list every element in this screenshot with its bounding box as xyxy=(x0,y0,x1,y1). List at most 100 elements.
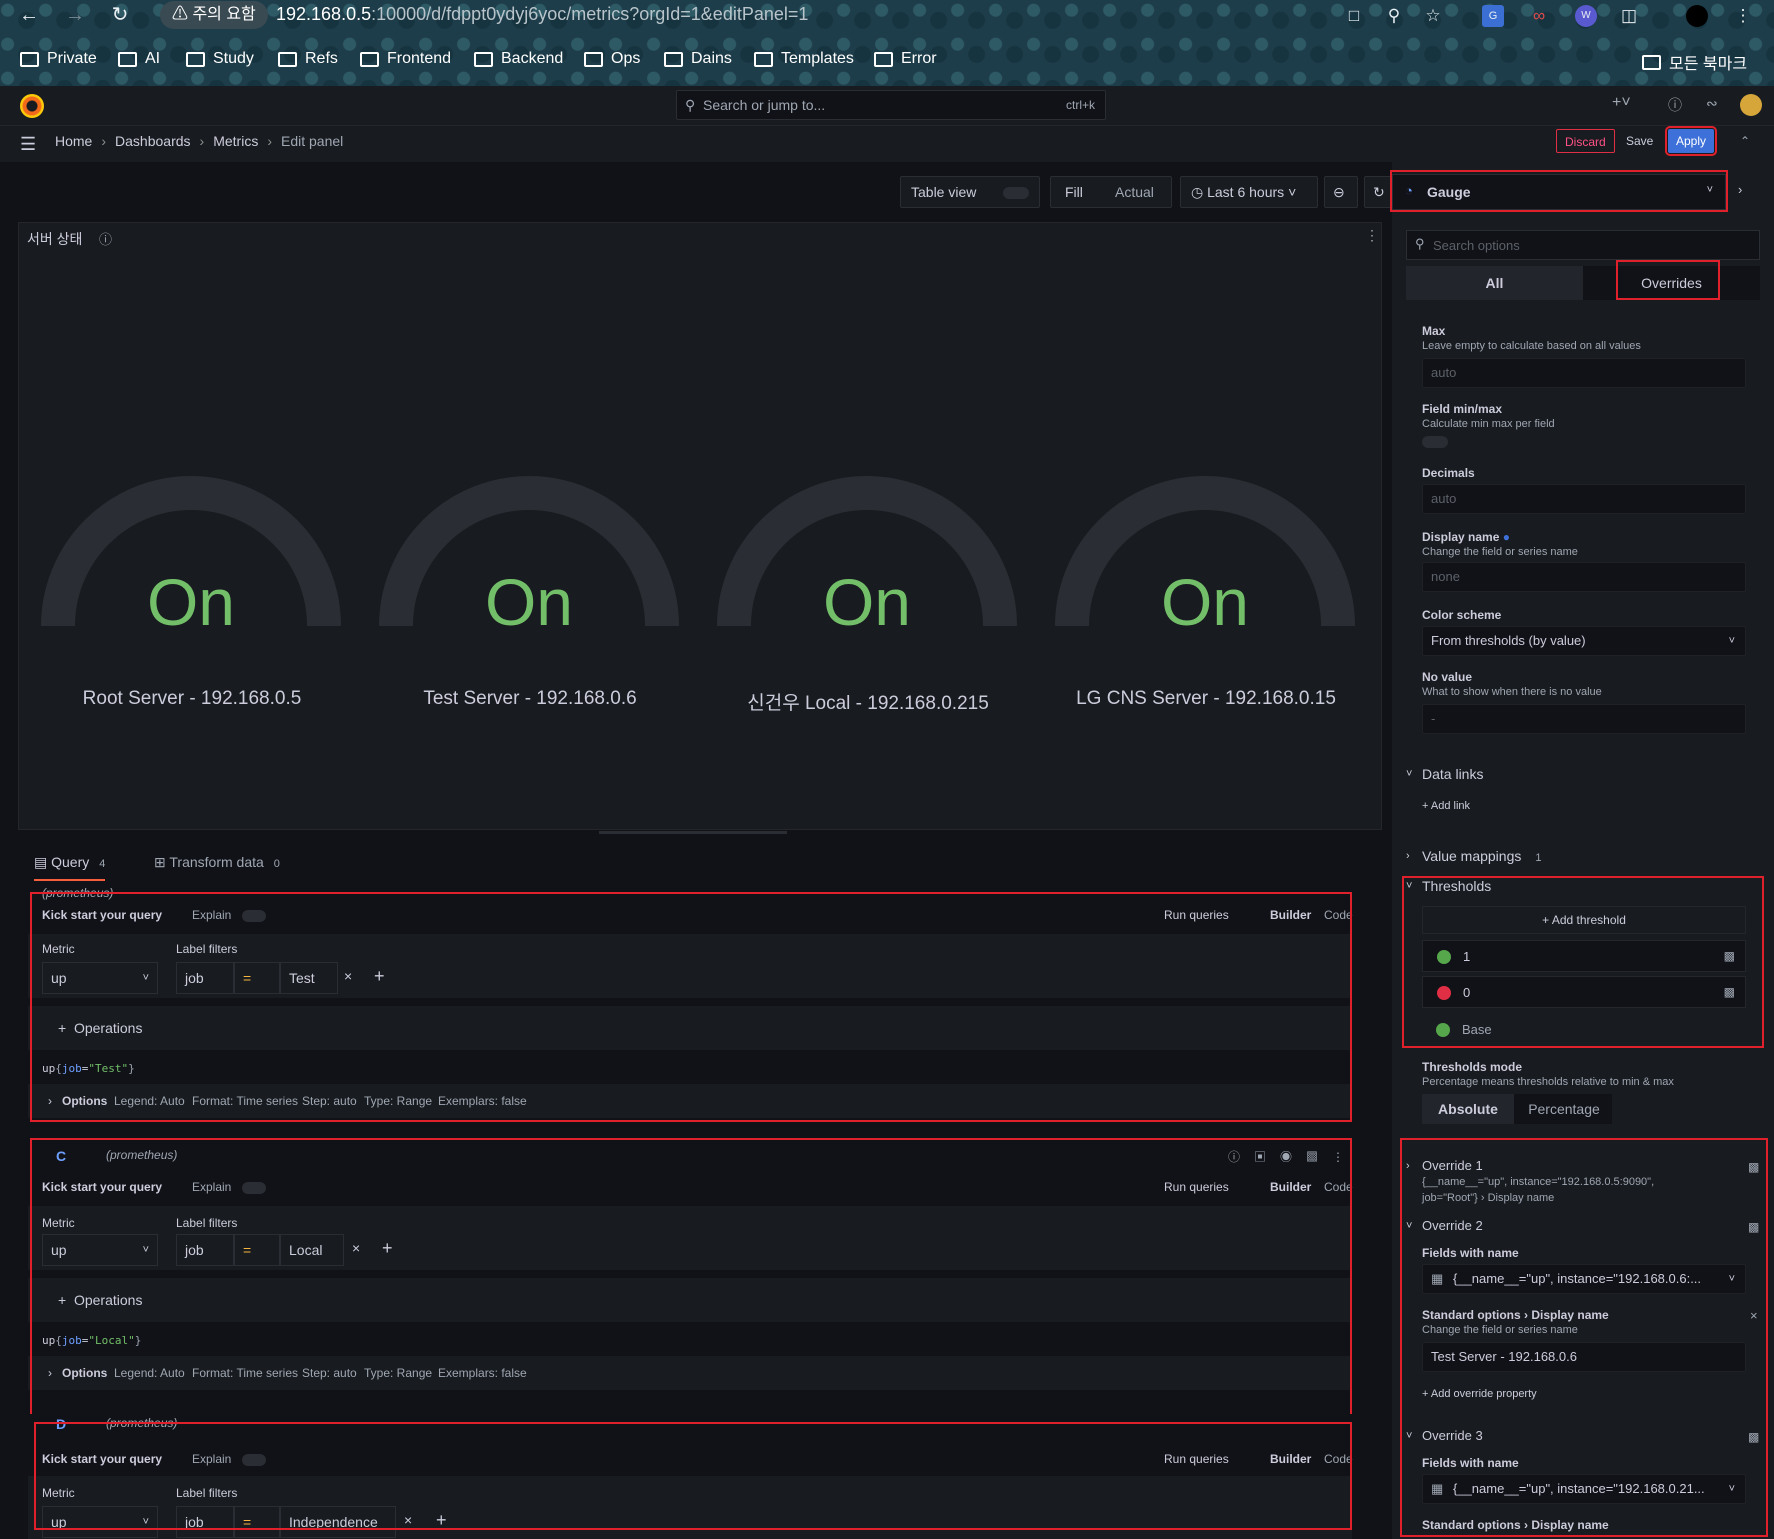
explain-toggle[interactable] xyxy=(242,910,266,922)
code-mode-option[interactable]: Code xyxy=(1324,1180,1353,1194)
remove-filter-icon[interactable]: × xyxy=(352,1240,360,1256)
chevron-down-icon[interactable]: ˅ xyxy=(1406,768,1412,780)
query-letter[interactable]: D xyxy=(56,1416,66,1432)
bookmark-refs[interactable]: Refs xyxy=(278,50,338,68)
fill-option[interactable]: Fill xyxy=(1065,177,1083,207)
query-letter[interactable]: C xyxy=(56,1148,66,1164)
chevron-down-icon[interactable]: ˅ xyxy=(1406,1220,1412,1232)
add-override-property-button[interactable]: + Add override property xyxy=(1422,1388,1537,1400)
panel-menu-icon[interactable]: ⋮ xyxy=(1365,227,1379,244)
search-input[interactable]: ⚲ Search or jump to... ctrl+k xyxy=(676,90,1106,120)
bookmark-dains[interactable]: Dains xyxy=(664,50,732,68)
menu-hamburger-icon[interactable]: ☰ xyxy=(20,134,36,155)
breadcrumb-home[interactable]: Home xyxy=(55,133,92,149)
kick-start-button[interactable]: Kick start your query xyxy=(42,1452,162,1466)
threshold-color-swatch[interactable] xyxy=(1437,986,1451,1000)
reload-icon[interactable]: ↻ xyxy=(107,4,133,26)
extension-w-icon[interactable]: W xyxy=(1575,5,1597,27)
query-actions-icons[interactable]: ⓘ▣◉▩⋮ xyxy=(1228,1148,1358,1165)
add-link-button[interactable]: + Add link xyxy=(1422,800,1470,812)
breadcrumb-metrics[interactable]: Metrics xyxy=(213,133,258,149)
options-toggle[interactable]: › Options xyxy=(48,1094,107,1108)
chevron-right-icon[interactable]: › xyxy=(1738,182,1742,197)
absolute-option[interactable]: Absolute xyxy=(1422,1094,1514,1124)
extensions-puzzle-icon[interactable]: ◫ xyxy=(1618,5,1640,27)
metric-select[interactable]: up ˅ xyxy=(42,962,158,994)
explain-toggle[interactable] xyxy=(242,1182,266,1194)
bookmark-error[interactable]: Error xyxy=(874,50,937,68)
percentage-option[interactable]: Percentage xyxy=(1514,1094,1614,1124)
user-avatar[interactable] xyxy=(1740,94,1762,116)
override-2-field-select[interactable]: ▦ {__name__="up", instance="192.168.0.6:.… xyxy=(1422,1264,1746,1294)
label-key-select[interactable]: job xyxy=(176,962,234,994)
trash-icon[interactable]: ▩ xyxy=(1748,1430,1759,1444)
chevron-right-icon[interactable]: › xyxy=(1406,850,1410,862)
label-value-select[interactable]: Test xyxy=(280,962,338,994)
builder-mode-option[interactable]: Builder xyxy=(1270,1180,1311,1194)
trash-icon[interactable]: ▩ xyxy=(1724,949,1735,963)
bookmark-study[interactable]: Study xyxy=(186,50,254,68)
code-mode-option[interactable]: Code xyxy=(1324,908,1353,922)
add-filter-icon[interactable]: + xyxy=(436,1510,447,1531)
operator-select[interactable]: = xyxy=(234,1234,280,1266)
news-rss-icon[interactable]: ∾ xyxy=(1706,95,1718,112)
add-threshold-button[interactable]: + Add threshold xyxy=(1422,906,1746,934)
bookmark-all[interactable]: 모든 북마크 xyxy=(1642,50,1747,74)
tab-transform[interactable]: ⊞ Transform data 0 xyxy=(154,854,280,871)
add-filter-icon[interactable]: + xyxy=(382,1238,393,1259)
metric-select[interactable]: up ˅ xyxy=(42,1234,158,1266)
close-icon[interactable]: × xyxy=(1750,1308,1758,1323)
threshold-color-swatch[interactable] xyxy=(1437,950,1451,964)
add-filter-icon[interactable]: + xyxy=(374,966,385,987)
operations-button[interactable]: + Operations xyxy=(58,1020,142,1036)
options-toggle[interactable]: › Options xyxy=(48,1366,107,1380)
thresholds-section[interactable]: Thresholds xyxy=(1422,878,1491,894)
override-2-title[interactable]: Override 2 xyxy=(1422,1218,1483,1233)
help-icon[interactable]: ⓘ xyxy=(1668,95,1682,115)
label-key-select[interactable]: job xyxy=(176,1234,234,1266)
color-scheme-select[interactable]: From thresholds (by value) ˅ xyxy=(1422,626,1746,656)
run-queries-button[interactable]: Run queries xyxy=(1164,908,1229,922)
zoom-icon[interactable]: ⚲ xyxy=(1383,5,1405,27)
tab-all[interactable]: All xyxy=(1406,266,1583,300)
threshold-row[interactable]: 1 ▩ xyxy=(1422,940,1746,972)
builder-mode-option[interactable]: Builder xyxy=(1270,1452,1311,1466)
operator-select[interactable]: = xyxy=(234,1506,280,1538)
url-text[interactable]: 192.168.0.5:10000/d/fdppt0ydyj6yoc/metri… xyxy=(276,4,808,25)
data-links-section[interactable]: Data links xyxy=(1422,766,1483,782)
run-queries-button[interactable]: Run queries xyxy=(1164,1452,1229,1466)
collapse-chevron-up-icon[interactable]: ⌃ xyxy=(1740,134,1750,148)
visualization-picker[interactable]: ◔ Gauge ˅ xyxy=(1392,174,1726,210)
override-3-field-select[interactable]: ▦ {__name__="up", instance="192.168.0.21.… xyxy=(1422,1474,1746,1504)
security-warning-chip[interactable]: ⚠ 주의 요함 xyxy=(160,1,268,29)
decimals-input[interactable]: auto xyxy=(1422,484,1746,514)
tab-query[interactable]: ▤ Query 4 xyxy=(34,854,106,881)
chevron-down-icon[interactable]: ˅ xyxy=(1406,880,1412,892)
trash-icon[interactable]: ▩ xyxy=(1724,985,1735,999)
chevron-right-icon[interactable]: › xyxy=(1406,1160,1410,1172)
discard-button[interactable]: Discard xyxy=(1556,129,1615,153)
extension-translate-icon[interactable]: G xyxy=(1482,5,1504,27)
forward-icon[interactable]: → xyxy=(62,4,88,26)
save-button[interactable]: Save xyxy=(1618,129,1661,153)
max-input[interactable]: auto xyxy=(1422,358,1746,388)
remove-filter-icon[interactable]: × xyxy=(404,1512,412,1528)
tab-overrides[interactable]: Overrides xyxy=(1583,266,1760,300)
info-icon[interactable]: ⓘ xyxy=(99,229,112,248)
label-value-select[interactable]: Local xyxy=(280,1234,344,1266)
threshold-color-swatch[interactable] xyxy=(1436,1023,1450,1037)
translate-icon[interactable]: □ xyxy=(1343,5,1365,27)
remove-filter-icon[interactable]: × xyxy=(344,968,352,984)
kick-start-button[interactable]: Kick start your query xyxy=(42,1180,162,1194)
label-value-select[interactable]: Independence xyxy=(280,1506,396,1538)
bookmark-private[interactable]: Private xyxy=(20,50,97,68)
bookmark-backend[interactable]: Backend xyxy=(474,50,563,68)
breadcrumb-dashboards[interactable]: Dashboards xyxy=(115,133,191,149)
threshold-row[interactable]: 0 ▩ xyxy=(1422,976,1746,1008)
no-value-input[interactable]: - xyxy=(1422,704,1746,734)
extension-glasses-icon[interactable]: ∞ xyxy=(1528,5,1550,27)
chevron-down-icon[interactable]: ˅ xyxy=(1406,1430,1412,1442)
back-icon[interactable]: ← xyxy=(16,4,42,26)
bookmark-frontend[interactable]: Frontend xyxy=(360,50,451,68)
code-mode-option[interactable]: Code xyxy=(1324,1452,1353,1466)
